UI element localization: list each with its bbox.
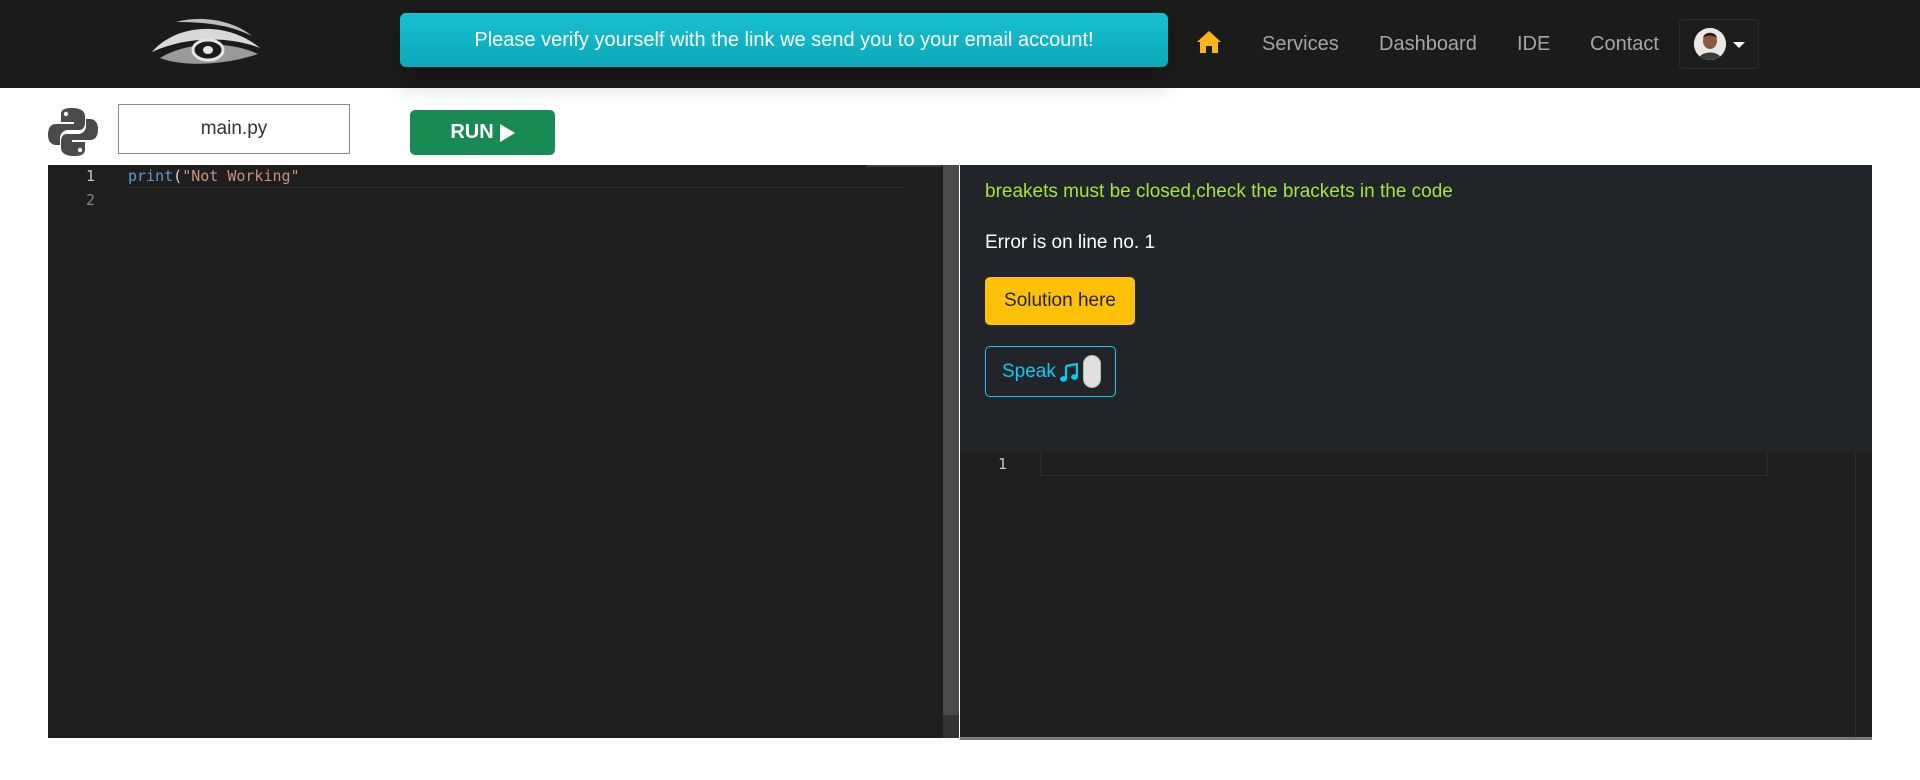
verify-notification: Please verify yourself with the link we … [400,13,1168,67]
avatar [1694,28,1726,60]
line-number: 2 [86,191,96,209]
code-token-string: "Not Working" [182,167,300,185]
line-number: 1 [86,167,96,185]
editor-scrollbar[interactable] [943,165,959,738]
user-menu-button[interactable] [1679,19,1759,69]
line-number: 1 [998,455,1008,473]
nav-link-ide[interactable]: IDE [1517,0,1550,88]
output-panel: breakets must be closed,check the bracke… [960,165,1872,453]
code-line[interactable]: print("Not Working" [128,167,300,185]
run-label: RUN [450,121,494,143]
eye-logo-icon[interactable] [146,14,266,74]
play-icon [499,123,515,142]
scrollbar-thumb[interactable] [943,165,959,715]
run-button[interactable]: RUN [410,110,555,155]
active-line-highlight [1040,453,1768,476]
error-line-text: Error is on line no. 1 [985,232,1156,253]
code-token-function: print [128,167,174,185]
output-editor-scrollbar[interactable] [1855,453,1872,738]
chevron-down-icon [1733,42,1745,48]
divider [960,737,1872,740]
nav-link-dashboard[interactable]: Dashboard [1379,0,1477,88]
filename-input[interactable] [118,104,350,154]
solution-button[interactable]: Solution here [985,277,1135,325]
navbar: Please verify yourself with the link we … [0,0,1920,88]
output-editor[interactable]: 1 [960,453,1872,738]
minimap-indicator [866,165,942,167]
nav-link-contact[interactable]: Contact [1590,0,1659,88]
speak-button[interactable]: Speak [985,346,1116,397]
home-icon[interactable] [1196,30,1222,54]
speak-toggle[interactable] [1083,355,1101,388]
python-logo-icon [48,108,98,156]
music-note-icon [1060,363,1078,382]
code-token-paren: ( [173,167,183,185]
nav-link-services[interactable]: Services [1262,0,1339,88]
code-editor[interactable]: 1 2 print("Not Working" [48,165,959,738]
speak-label: Speak [1002,360,1056,382]
error-message: breakets must be closed,check the bracke… [985,181,1453,202]
